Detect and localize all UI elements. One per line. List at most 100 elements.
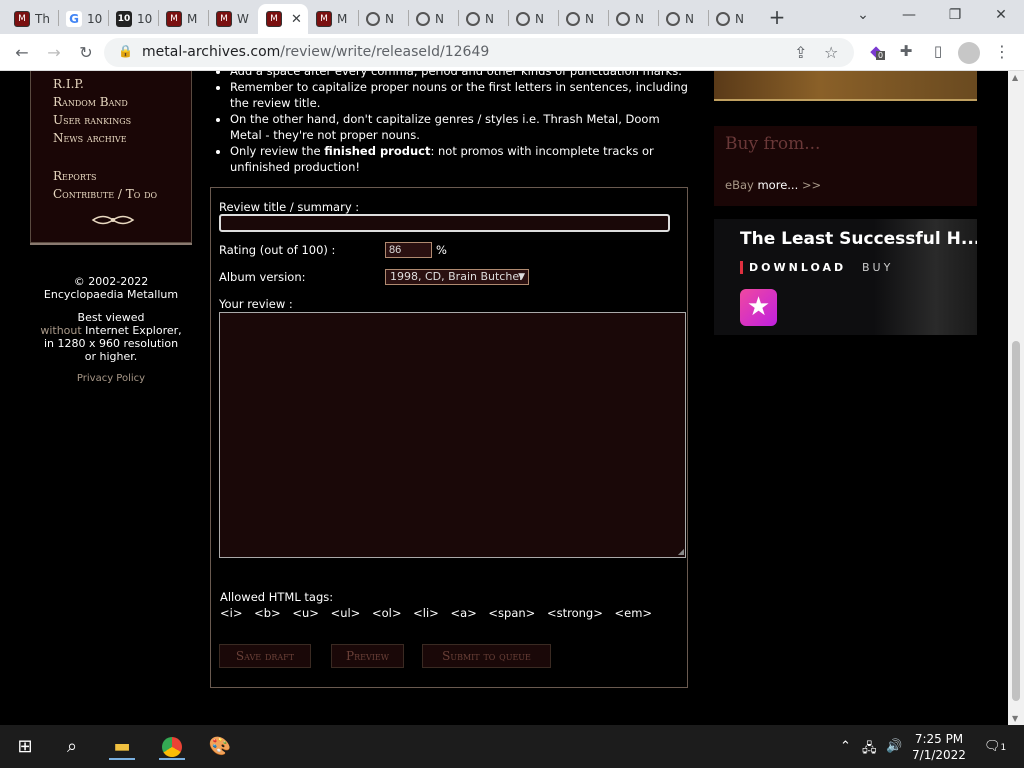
- system-clock[interactable]: 7:25 PM 7/1/2022: [900, 731, 978, 763]
- extensions-puzzle-icon[interactable]: ✚: [896, 42, 916, 62]
- ebay-link[interactable]: eBay: [725, 178, 754, 192]
- page-content: R.I.P. Random Band User rankings News ar…: [0, 71, 1008, 725]
- google-icon: G: [66, 11, 82, 27]
- nav-reports[interactable]: Reports: [53, 169, 97, 183]
- nav-rip[interactable]: R.I.P.: [53, 77, 84, 91]
- notification-center-icon[interactable]: 🗨1: [984, 739, 1006, 754]
- paint-icon[interactable]: 🎨: [207, 734, 233, 760]
- more-link[interactable]: more...: [757, 178, 798, 192]
- network-icon[interactable]: 🖧: [862, 739, 877, 761]
- review-form: Review title / summary : Rating (out of …: [210, 187, 688, 688]
- browser-tab[interactable]: M Th: [6, 4, 56, 34]
- close-tab-icon[interactable]: ✕: [291, 12, 302, 27]
- browser-tab[interactable]: N: [708, 4, 758, 34]
- album-version-select[interactable]: 1998, CD, Brain Butcher ▼: [385, 269, 529, 285]
- privacy-policy-link[interactable]: Privacy Policy: [30, 372, 192, 385]
- resize-grip-icon[interactable]: ◢: [678, 547, 684, 556]
- best-viewed-note: Best viewed without Internet Explorer, i…: [40, 311, 182, 363]
- browser-tab[interactable]: N: [558, 4, 608, 34]
- album-version-label: Album version:: [219, 270, 306, 284]
- nav-user-rankings[interactable]: User rankings: [53, 113, 131, 127]
- scroll-up-icon[interactable]: ▲: [1012, 73, 1018, 82]
- review-title-input[interactable]: [219, 214, 670, 232]
- metal-archives-icon: M: [316, 11, 332, 27]
- buy-link[interactable]: BUY: [862, 261, 893, 274]
- ornament-icon: [91, 215, 135, 225]
- rule-item: Remember to capitalize proper nouns or t…: [230, 79, 688, 111]
- back-button[interactable]: ←: [10, 41, 34, 65]
- review-label: Your review :: [219, 297, 293, 311]
- browser-tab[interactable]: MM: [308, 4, 358, 34]
- browser-tab[interactable]: N: [608, 4, 658, 34]
- bookmark-star-icon[interactable]: ☆: [824, 43, 838, 62]
- preview-button[interactable]: Preview: [331, 644, 404, 668]
- ten-icon: 10: [116, 11, 132, 27]
- reload-button[interactable]: ↻: [74, 41, 98, 65]
- browser-tab[interactable]: N: [508, 4, 558, 34]
- review-textarea[interactable]: ◢: [219, 312, 686, 558]
- browser-tab[interactable]: 10 10: [108, 4, 158, 34]
- browser-tab[interactable]: N: [358, 4, 408, 34]
- copyright: © 2002-2022 Encyclopaedia Metallum: [43, 275, 179, 301]
- star-icon[interactable]: ★: [740, 289, 777, 326]
- url-text[interactable]: metal-archives.com/review/write/releaseI…: [142, 44, 489, 60]
- extension-icon[interactable]: ◆0: [866, 42, 886, 62]
- buy-from-box: Buy from... eBay more... >>: [714, 126, 977, 206]
- side-panel-icon[interactable]: ▯: [928, 42, 948, 62]
- browser-tab-active[interactable]: M ✕: [258, 4, 308, 34]
- globe-icon: [516, 12, 530, 26]
- browser-tab[interactable]: N: [458, 4, 508, 34]
- address-bar[interactable]: 🔒 metal-archives.com/review/write/releas…: [104, 38, 854, 67]
- globe-icon: [566, 12, 580, 26]
- review-rules: Add a space after every comma, period an…: [218, 71, 688, 175]
- scroll-down-icon[interactable]: ▼: [1012, 714, 1018, 723]
- metal-archives-icon: M: [266, 11, 282, 27]
- allowed-tags-label: Allowed HTML tags:: [220, 590, 334, 604]
- chevron-down-icon: ▼: [518, 272, 525, 282]
- download-link[interactable]: DOWNLOAD: [740, 261, 846, 274]
- maximize-button[interactable]: ❐: [942, 4, 968, 26]
- submit-to-queue-button[interactable]: Submit to queue: [422, 644, 551, 668]
- profile-avatar[interactable]: [958, 42, 980, 64]
- metal-archives-icon: M: [216, 11, 232, 27]
- rating-label: Rating (out of 100) :: [219, 243, 336, 257]
- share-icon[interactable]: ⇪: [794, 43, 807, 62]
- browser-tab[interactable]: MW: [208, 4, 258, 34]
- title-label: Review title / summary :: [219, 200, 360, 214]
- browser-tab[interactable]: MM: [158, 4, 208, 34]
- without-link[interactable]: without: [40, 324, 81, 337]
- browser-tab[interactable]: N: [658, 4, 708, 34]
- show-hidden-icons[interactable]: ⌃: [840, 739, 851, 754]
- rating-input[interactable]: [385, 242, 432, 258]
- close-window-button[interactable]: ✕: [988, 4, 1014, 26]
- globe-icon: [716, 12, 730, 26]
- nav-news-archive[interactable]: News archive: [53, 131, 127, 145]
- windows-taskbar: ⊞ ⌕ ▬ 🎨 ⌃ 🖧 🔊 7:25 PM 7/1/2022 🗨1: [0, 725, 1024, 768]
- save-draft-button[interactable]: Save draft: [219, 644, 311, 668]
- search-icon[interactable]: ⌕: [59, 734, 85, 760]
- new-tab-button[interactable]: +: [766, 6, 788, 28]
- minimize-button[interactable]: —: [896, 4, 922, 26]
- browser-menu-icon[interactable]: ⋮: [994, 42, 1010, 61]
- scrollbar-thumb[interactable]: [1012, 341, 1020, 701]
- globe-icon: [466, 12, 480, 26]
- tab-search-icon[interactable]: ⌄: [850, 4, 876, 26]
- lock-icon: 🔒: [118, 44, 133, 58]
- browser-tab[interactable]: G 10: [58, 4, 108, 34]
- bandcamp-widget: The Least Successful H... DOWNLOAD BUY ★: [714, 219, 977, 335]
- rule-item: Add a space after every comma, period an…: [230, 71, 688, 79]
- nav-random-band[interactable]: Random Band: [53, 95, 128, 109]
- tab-strip: M Th G 10 10 10 MM MW M ✕ MM N N N N N N N N…: [0, 0, 1024, 34]
- browser-toolbar: ← → ↻ 🔒 metal-archives.com/review/write/…: [0, 34, 1024, 71]
- file-explorer-icon[interactable]: ▬: [109, 734, 135, 760]
- globe-icon: [616, 12, 630, 26]
- nav-contribute[interactable]: Contribute / To do: [53, 187, 157, 201]
- metal-archives-icon: M: [166, 11, 182, 27]
- bandcamp-album-title[interactable]: The Least Successful H...: [740, 229, 977, 249]
- page-scrollbar[interactable]: ▲ ▼: [1008, 71, 1024, 725]
- chrome-icon[interactable]: [159, 734, 185, 760]
- forward-button[interactable]: →: [42, 41, 66, 65]
- browser-tab[interactable]: N: [408, 4, 458, 34]
- left-navigation: R.I.P. Random Band User rankings News ar…: [30, 71, 192, 243]
- windows-start-icon[interactable]: ⊞: [12, 734, 38, 760]
